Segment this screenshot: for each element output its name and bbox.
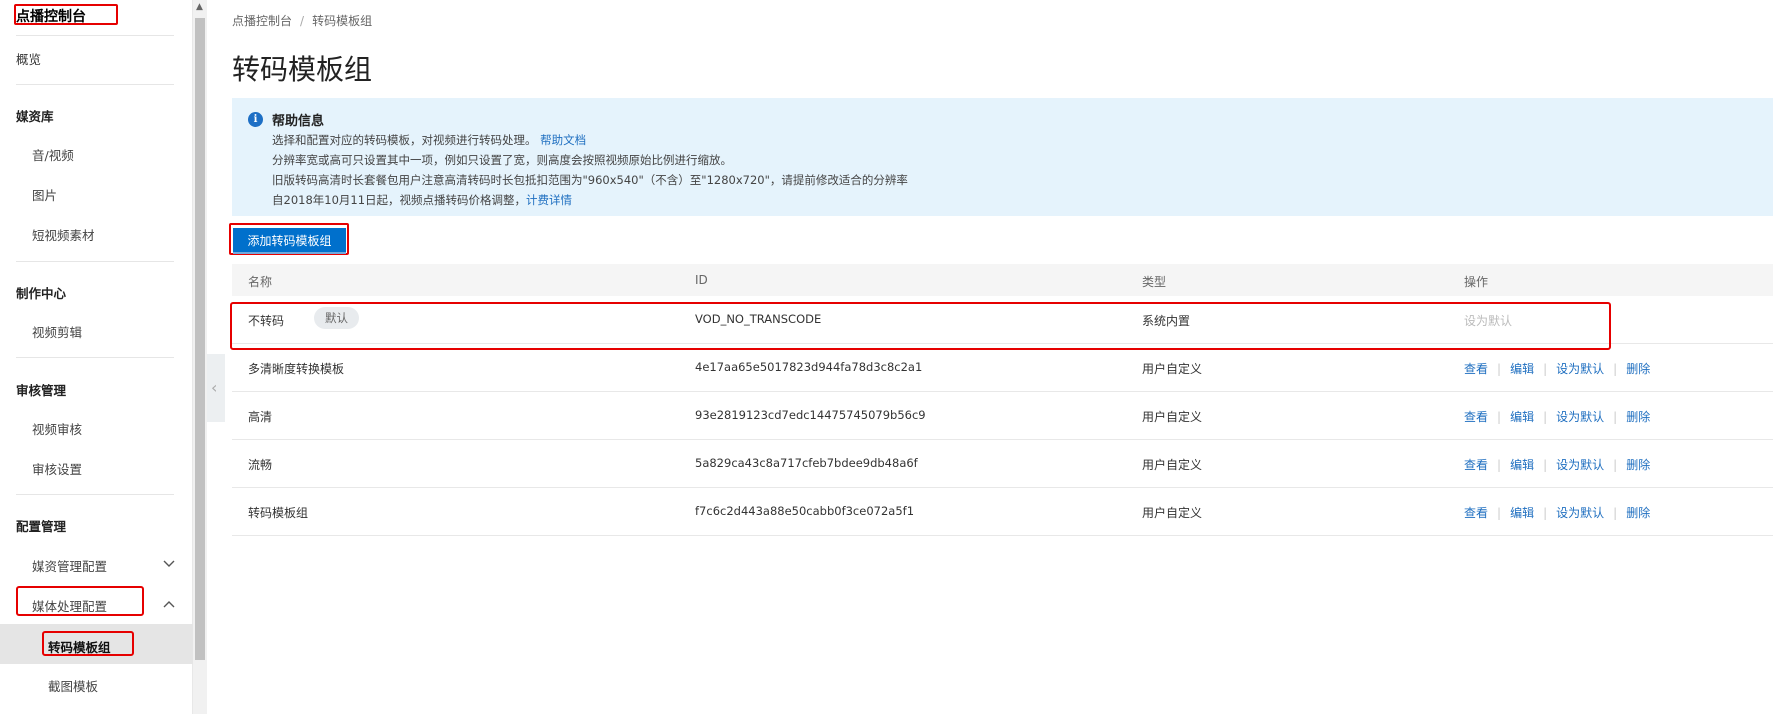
sidebar: 点播控制台 概览 媒资库 音/视频 图片 短视频素材 制作中心 视频剪辑 审核管…	[0, 0, 193, 714]
scroll-up-arrow-icon[interactable]: ▲	[196, 2, 203, 12]
help-text: 选择和配置对应的转码模板，对视频进行转码处理。	[272, 133, 537, 147]
delete-link[interactable]: 删除	[1626, 506, 1650, 520]
set-default-link[interactable]: 设为默认	[1556, 506, 1604, 520]
view-link[interactable]: 查看	[1464, 410, 1488, 424]
table-row: 多清晰度转换模板 4e17aa65e5017823d944fa78d3c8c2a…	[232, 344, 1773, 392]
column-header-id: ID	[695, 273, 708, 287]
divider	[16, 261, 174, 262]
divider	[16, 35, 174, 36]
chevron-left-icon: ‹	[211, 378, 218, 397]
help-panel: i 帮助信息 选择和配置对应的转码模板，对视频进行转码处理。 帮助文档 分辨率宽…	[232, 98, 1773, 216]
sidebar-item-audio-video[interactable]: 音/视频	[32, 145, 74, 164]
sidebar-collapse-button[interactable]: ‹	[207, 354, 225, 422]
template-name: 流畅	[248, 458, 273, 472]
view-link[interactable]: 查看	[1464, 458, 1488, 472]
sidebar-item-media-mgmt-config[interactable]: 媒资管理配置	[32, 556, 107, 575]
help-line: 自2018年10月11日起，视频点播转码价格调整，计费详情	[272, 192, 572, 208]
table-row: 高清 93e2819123cd7edc14475745079b56c9 用户自定…	[232, 392, 1773, 440]
sidebar-group-review: 审核管理	[16, 383, 67, 398]
template-id: 5a829ca43c8a717cfeb7bdee9db48a6f	[695, 456, 918, 470]
chevron-up-icon[interactable]	[162, 597, 176, 611]
sidebar-item-transcode-group[interactable]: 转码模板组	[48, 637, 111, 656]
template-type: 用户自定义	[1142, 362, 1203, 376]
sidebar-item-review-settings[interactable]: 审核设置	[32, 459, 82, 478]
view-link[interactable]: 查看	[1464, 506, 1488, 520]
set-default-link[interactable]: 设为默认	[1556, 410, 1604, 424]
sidebar-group-production: 制作中心	[16, 286, 67, 301]
delete-link[interactable]: 删除	[1626, 410, 1650, 424]
add-transcode-group-button[interactable]: 添加转码模板组	[233, 228, 346, 254]
table-row: 流畅 5a829ca43c8a717cfeb7bdee9db48a6f 用户自定…	[232, 440, 1773, 488]
template-id: 4e17aa65e5017823d944fa78d3c8c2a1	[695, 360, 923, 374]
row-actions: 查看 | 编辑 | 设为默认 | 删除	[1464, 362, 1651, 376]
template-name: 多清晰度转换模板	[248, 362, 345, 376]
sidebar-group-config: 配置管理	[16, 519, 67, 534]
chevron-down-icon[interactable]	[162, 557, 176, 571]
edit-link[interactable]: 编辑	[1510, 458, 1534, 472]
sidebar-item-snapshot-template[interactable]: 截图模板	[48, 676, 98, 695]
view-link[interactable]: 查看	[1464, 362, 1488, 376]
breadcrumb-current: 转码模板组	[312, 14, 373, 28]
column-header-type: 类型	[1142, 275, 1167, 289]
column-header-name: 名称	[248, 275, 273, 289]
template-type: 用户自定义	[1142, 410, 1203, 424]
page-title: 转码模板组	[232, 53, 373, 86]
help-doc-link[interactable]: 帮助文档	[540, 133, 586, 147]
help-line: 分辨率宽或高可只设置其中一项，例如只设置了宽，则高度会按照视频原始比例进行缩放。	[272, 153, 732, 167]
column-header-ops: 操作	[1464, 275, 1489, 289]
sidebar-item-short-video[interactable]: 短视频素材	[32, 225, 95, 244]
scrollbar-thumb[interactable]	[195, 18, 205, 660]
highlight-box	[230, 302, 1611, 350]
breadcrumb-separator: /	[300, 14, 305, 28]
sidebar-item-media-process-config[interactable]: 媒体处理配置	[32, 596, 107, 615]
delete-link[interactable]: 删除	[1626, 362, 1650, 376]
edit-link[interactable]: 编辑	[1510, 410, 1534, 424]
edit-link[interactable]: 编辑	[1510, 506, 1534, 520]
table-header: 名称 ID 类型 操作	[232, 264, 1773, 296]
info-icon: i	[248, 112, 263, 127]
template-type: 用户自定义	[1142, 458, 1203, 472]
set-default-link[interactable]: 设为默认	[1556, 458, 1604, 472]
template-id: 93e2819123cd7edc14475745079b56c9	[695, 408, 926, 422]
help-line: 旧版转码高清时长套餐包用户注意高清转码时长包抵扣范围为"960x540"（不含）…	[272, 173, 908, 187]
template-name: 转码模板组	[248, 506, 309, 520]
edit-link[interactable]: 编辑	[1510, 362, 1534, 376]
breadcrumb-root[interactable]: 点播控制台	[232, 14, 292, 28]
sidebar-item-images[interactable]: 图片	[32, 185, 57, 204]
divider	[16, 84, 174, 85]
row-actions: 查看 | 编辑 | 设为默认 | 删除	[1464, 458, 1651, 472]
sidebar-item-video-edit[interactable]: 视频剪辑	[32, 322, 82, 341]
help-line: 选择和配置对应的转码模板，对视频进行转码处理。 帮助文档	[272, 132, 586, 148]
set-default-link[interactable]: 设为默认	[1556, 362, 1604, 376]
row-actions: 查看 | 编辑 | 设为默认 | 删除	[1464, 410, 1651, 424]
template-id: f7c6c2d443a88e50cabb0f3ce072a5f1	[695, 504, 915, 518]
breadcrumb: 点播控制台 / 转码模板组	[232, 12, 372, 29]
template-type: 用户自定义	[1142, 506, 1203, 520]
template-name: 高清	[248, 410, 273, 424]
console-title[interactable]: 点播控制台	[16, 6, 86, 26]
help-text: 自2018年10月11日起，视频点播转码价格调整，	[272, 193, 527, 207]
billing-details-link[interactable]: 计费详情	[526, 193, 572, 207]
divider	[16, 357, 174, 358]
sidebar-item-video-review[interactable]: 视频审核	[32, 419, 82, 438]
sidebar-group-media-library: 媒资库	[16, 109, 54, 124]
table-row: 转码模板组 f7c6c2d443a88e50cabb0f3ce072a5f1 用…	[232, 488, 1773, 536]
divider	[16, 494, 174, 495]
help-title: 帮助信息	[272, 114, 325, 129]
row-actions: 查看 | 编辑 | 设为默认 | 删除	[1464, 506, 1651, 520]
sidebar-item-overview[interactable]: 概览	[16, 49, 41, 68]
delete-link[interactable]: 删除	[1626, 458, 1650, 472]
